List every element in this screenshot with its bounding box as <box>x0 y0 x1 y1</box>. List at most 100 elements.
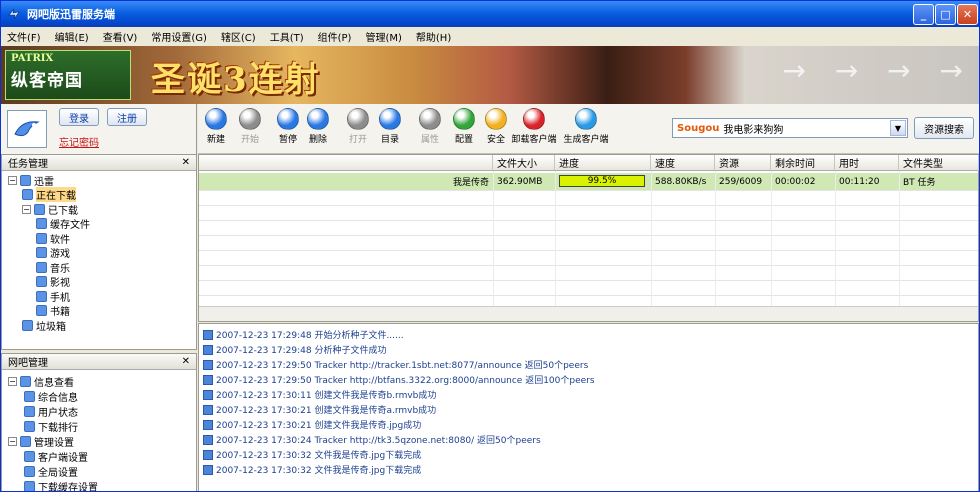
menu-item[interactable]: 辖区(C) <box>221 29 256 44</box>
log-info-icon <box>203 344 213 355</box>
log-info-icon <box>203 374 213 385</box>
progress-bar: 99.5% <box>559 175 645 187</box>
folder-icon <box>22 189 33 200</box>
tree-item-label: 全局设置 <box>38 467 78 479</box>
grid-cell: BT 任务 <box>903 178 936 188</box>
toolbar-button[interactable]: 目录 <box>374 108 406 145</box>
log-info-icon <box>203 404 213 415</box>
tree-item[interactable]: 书籍 <box>36 304 70 318</box>
close-icon[interactable]: ✕ <box>182 157 190 168</box>
login-panel: 登录 注册 忘记密码 <box>1 104 197 154</box>
title-bar[interactable]: 网吧版迅雷服务端 _ □ ✕ <box>1 1 979 27</box>
register-button[interactable]: 注册 <box>107 108 147 126</box>
toolbar-button[interactable]: 删除 <box>302 108 334 145</box>
menu-item[interactable]: 管理(M) <box>365 29 401 44</box>
menu-item[interactable]: 文件(F) <box>7 29 41 44</box>
log-line: 2007-12-23 17:30:11 创建文件我是传奇b.rmvb成功 <box>203 387 436 402</box>
search-box[interactable]: Sougou 我电影来狗狗 ▼ <box>672 118 908 138</box>
login-button[interactable]: 登录 <box>59 108 99 126</box>
maximize-button[interactable]: □ <box>935 4 956 25</box>
tree-item-label: 音乐 <box>50 263 70 275</box>
tree-item[interactable]: 垃圾箱 <box>22 318 66 333</box>
close-icon[interactable]: ✕ <box>182 356 190 367</box>
banner-slogan: 圣诞3连射 <box>151 60 321 100</box>
menu-item[interactable]: 编辑(E) <box>55 29 89 44</box>
menu-item[interactable]: 帮助(H) <box>416 29 451 44</box>
tool-label: 配置 <box>454 135 473 145</box>
tree-item[interactable]: 下载缓存设置 <box>24 479 98 491</box>
tool-label: 暂停 <box>278 135 297 145</box>
toolbar-button[interactable]: 安全 <box>480 108 512 145</box>
tree-item[interactable]: 全局设置 <box>24 464 78 479</box>
tree-item[interactable]: − 迅雷 <box>8 173 54 188</box>
log-info-icon <box>203 329 213 340</box>
folder-icon <box>24 465 35 477</box>
tree-item[interactable]: 手机 <box>36 289 70 304</box>
chevron-down-icon[interactable]: ▼ <box>890 120 906 136</box>
menu-item[interactable]: 组件(P) <box>318 29 352 44</box>
horizontal-scrollbar[interactable] <box>199 306 978 321</box>
grid-column-line <box>715 171 716 307</box>
log-text: 2007-12-23 17:29:50 Tracker http://track… <box>216 361 589 371</box>
log-info-icon <box>203 419 213 430</box>
grid-header-cell[interactable]: 速度 <box>651 155 715 171</box>
toolbar-button[interactable]: 卸载客户端 <box>510 108 558 145</box>
menu-item[interactable]: 查看(V) <box>103 29 138 44</box>
grid-header-cell[interactable]: 文件大小 <box>493 155 555 171</box>
tree-item[interactable]: 综合信息 <box>24 389 78 404</box>
expander-icon[interactable]: − <box>8 436 17 446</box>
grid-cell: 588.80KB/s <box>655 176 707 187</box>
tree-item[interactable]: 软件 <box>36 231 70 246</box>
toolbar-button: 打开 <box>342 108 374 145</box>
grid-line <box>199 295 978 296</box>
grid-header-name[interactable] <box>199 155 493 171</box>
toolbar-button[interactable]: 新建 <box>200 108 232 145</box>
menu-item[interactable]: 常用设置(G) <box>151 29 207 44</box>
search-input[interactable]: 我电影来狗狗 <box>723 121 783 136</box>
tree-item[interactable]: 游戏 <box>36 246 70 260</box>
tree-item[interactable]: − 管理设置 <box>8 434 74 449</box>
tree-item[interactable]: − 信息查看 <box>8 374 74 389</box>
minimize-button[interactable]: _ <box>913 4 934 25</box>
toolbar-button[interactable]: 生成客户端 <box>562 108 610 145</box>
toolbar-button[interactable]: 配置 <box>448 108 480 145</box>
toolbar-button[interactable]: 暂停 <box>272 108 304 145</box>
tool-icon <box>575 108 597 130</box>
tree-item[interactable]: 用户状态 <box>24 404 78 419</box>
grid-header-cell[interactable]: 进度 <box>555 155 651 171</box>
expander-icon[interactable]: − <box>8 376 17 386</box>
tree-item-label: 书籍 <box>50 307 70 318</box>
tree-item[interactable]: − 已下载 <box>22 202 78 217</box>
tree-item[interactable]: 下载排行 <box>24 419 78 434</box>
tree-item[interactable]: 客户端设置 <box>24 449 88 464</box>
tool-label: 生成客户端 <box>563 135 609 145</box>
ad-banner[interactable]: PATRIX 纵客帝国 圣诞3连射 → → → → <box>1 46 979 104</box>
tree-item[interactable]: 缓存文件 <box>36 217 90 231</box>
grid-header-cell[interactable]: 剩余时间 <box>771 155 835 171</box>
resource-search-button[interactable]: 资源搜索 <box>914 117 974 139</box>
tree-item[interactable]: 音乐 <box>36 260 70 275</box>
folder-icon <box>36 247 47 258</box>
tool-label: 安全 <box>486 135 505 145</box>
tool-label: 卸载客户端 <box>511 135 557 145</box>
folder-icon <box>36 218 47 229</box>
tree-item[interactable]: 影视 <box>36 275 70 289</box>
log-line: 2007-12-23 17:30:32 文件我是传奇.jpg下载完成 <box>203 462 421 477</box>
grid-header-cell[interactable]: 文件类型 <box>899 155 979 171</box>
expander-icon[interactable]: − <box>22 204 31 214</box>
user-avatar-icon <box>7 110 47 148</box>
forgot-password-link[interactable]: 忘记密码 <box>59 134 99 149</box>
grid-column-line <box>835 171 836 307</box>
expander-icon[interactable]: − <box>8 175 17 185</box>
grid-line <box>199 190 978 191</box>
grid-header-cell[interactable]: 资源 <box>715 155 771 171</box>
log-line: 2007-12-23 17:29:48 开始分析种子文件...... <box>203 327 404 342</box>
close-button[interactable]: ✕ <box>957 4 978 25</box>
menu-item[interactable]: 工具(T) <box>270 29 304 44</box>
log-text: 2007-12-23 17:29:50 Tracker http://btfan… <box>216 376 595 386</box>
tool-icon <box>277 108 299 130</box>
tree-item[interactable]: 正在下载 <box>22 187 76 202</box>
grid-header-cell[interactable]: 用时 <box>835 155 899 171</box>
log-text: 2007-12-23 17:30:24 Tracker http://tk3.5… <box>216 436 541 446</box>
log-text: 2007-12-23 17:30:21 创建文件我是传奇.jpg成功 <box>216 421 422 431</box>
